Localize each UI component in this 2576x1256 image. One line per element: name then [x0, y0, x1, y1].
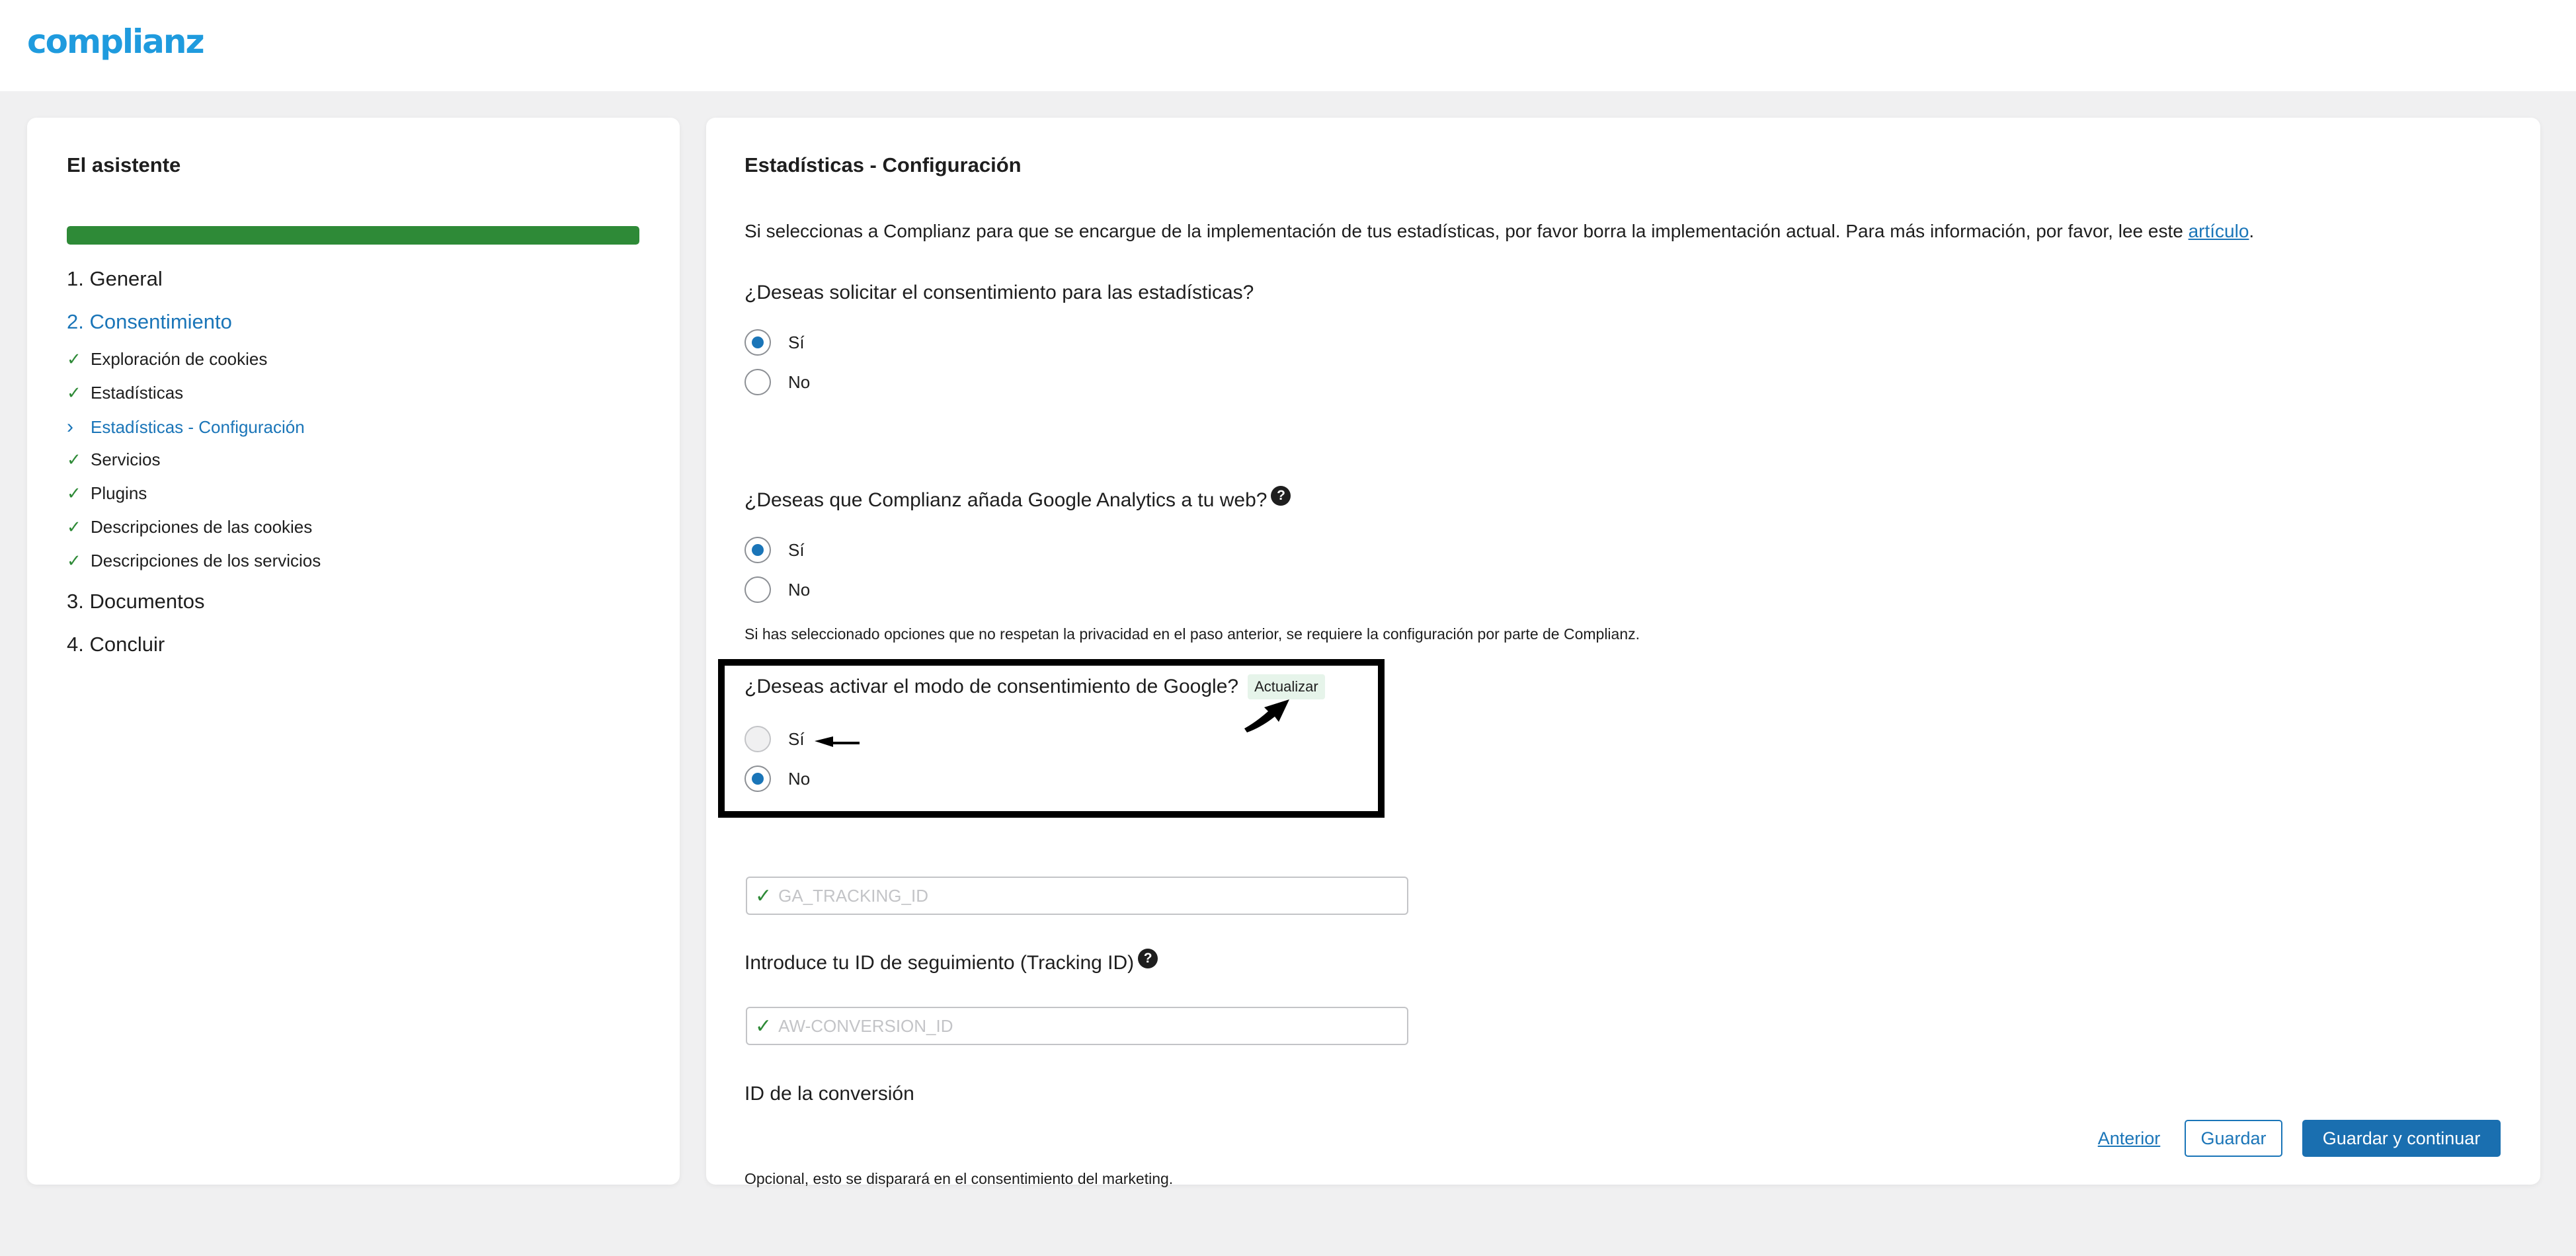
- wizard-sidebar: El asistente 1. General 2. Consentimient…: [27, 118, 680, 1185]
- sub-item-cookie-descriptions[interactable]: ✓ Descripciones de las cookies: [67, 517, 312, 537]
- check-icon: ✓: [67, 483, 81, 503]
- step-finish[interactable]: 4. Concluir: [67, 633, 165, 656]
- q2-option-yes[interactable]: Sí: [745, 537, 805, 563]
- page-title: Estadísticas - Configuración: [745, 153, 1022, 177]
- step-general[interactable]: 1. General: [67, 267, 163, 291]
- help-icon[interactable]: ?: [1138, 949, 1158, 968]
- option-label: No: [788, 579, 811, 600]
- radio-button[interactable]: [745, 369, 771, 395]
- intro-text-end: .: [2249, 221, 2255, 241]
- article-link[interactable]: artículo: [2189, 221, 2249, 241]
- sub-item-label: Descripciones de las cookies: [91, 517, 313, 537]
- conversion-note: Opcional, esto se disparará en el consen…: [745, 1170, 1174, 1187]
- question-label: ¿Deseas solicitar el consentimiento para…: [745, 282, 1254, 303]
- sub-item-service-descriptions[interactable]: ✓ Descripciones de los servicios: [67, 551, 321, 571]
- step-documents[interactable]: 3. Documentos: [67, 590, 205, 613]
- check-icon: ✓: [67, 349, 81, 369]
- step-consent[interactable]: 2. Consentimiento: [67, 310, 232, 334]
- sub-item-label: Descripciones de los servicios: [91, 551, 321, 570]
- option-label: Sí: [788, 539, 805, 560]
- option-label: No: [788, 372, 811, 392]
- check-icon: ✓: [755, 1015, 772, 1037]
- privacy-note: Si has seleccionado opciones que no resp…: [745, 625, 1640, 643]
- question-label: ¿Deseas que Complianz añada Google Analy…: [745, 489, 1268, 511]
- conversion-id-label: ID de la conversión: [745, 1083, 914, 1105]
- sub-item-label: Servicios: [91, 450, 161, 469]
- field-label: Introduce tu ID de seguimiento (Tracking…: [745, 952, 1135, 974]
- sub-item-statistics[interactable]: ✓ Estadísticas: [67, 383, 183, 403]
- q1-option-no[interactable]: No: [745, 369, 810, 395]
- radio-button[interactable]: [745, 576, 771, 603]
- sub-item-plugins[interactable]: ✓ Plugins: [67, 483, 147, 504]
- check-icon: ✓: [67, 383, 81, 403]
- sub-item-services[interactable]: ✓ Servicios: [67, 450, 160, 470]
- progress-fill: [67, 226, 639, 245]
- sub-item-label: Estadísticas - Configuración: [91, 416, 305, 437]
- question-add-google-analytics: ¿Deseas que Complianz añada Google Analy…: [745, 486, 1291, 512]
- tracking-id-input[interactable]: [777, 884, 1375, 907]
- conversion-id-input[interactable]: [777, 1015, 1375, 1037]
- tracking-id-field[interactable]: ✓: [746, 877, 1408, 915]
- conversion-id-field[interactable]: ✓: [746, 1007, 1408, 1045]
- sub-item-label: Plugins: [91, 483, 147, 503]
- tracking-id-label: Introduce tu ID de seguimiento (Tracking…: [745, 949, 1158, 974]
- sub-item-cookie-scan[interactable]: ✓ Exploración de cookies: [67, 349, 267, 370]
- arrow-annotation: [815, 736, 860, 747]
- progress-bar: [67, 226, 639, 245]
- check-icon: ✓: [67, 450, 81, 469]
- intro-text: Si seleccionas a Complianz para que se e…: [745, 221, 2254, 242]
- q2-option-no[interactable]: No: [745, 576, 810, 603]
- arrow-annotation: [1244, 699, 1289, 732]
- save-button[interactable]: Guardar: [2185, 1120, 2282, 1157]
- intro-text-body: Si seleccionas a Complianz para que se e…: [745, 221, 2189, 241]
- check-icon: ✓: [67, 517, 81, 537]
- radio-button[interactable]: [745, 537, 771, 563]
- sub-item-label: Exploración de cookies: [91, 349, 268, 369]
- sub-item-statistics-config[interactable]: › Estadísticas - Configuración: [67, 416, 305, 438]
- option-label: Sí: [788, 332, 805, 352]
- complianz-logo[interactable]: complianz: [27, 22, 205, 61]
- radio-button[interactable]: [745, 329, 771, 356]
- sub-item-label: Estadísticas: [91, 383, 184, 403]
- q1-option-yes[interactable]: Sí: [745, 329, 805, 356]
- field-label: ID de la conversión: [745, 1083, 914, 1105]
- question-statistics-consent: ¿Deseas solicitar el consentimiento para…: [745, 282, 1254, 304]
- previous-button[interactable]: Anterior: [2095, 1120, 2163, 1157]
- sidebar-title: El asistente: [67, 153, 181, 177]
- help-icon[interactable]: ?: [1271, 486, 1291, 506]
- top-bar: complianz: [0, 0, 2576, 91]
- check-icon: ✓: [67, 551, 81, 570]
- chevron-right-icon: ›: [67, 416, 73, 438]
- check-icon: ✓: [755, 884, 772, 907]
- save-continue-button[interactable]: Guardar y continuar: [2302, 1120, 2501, 1157]
